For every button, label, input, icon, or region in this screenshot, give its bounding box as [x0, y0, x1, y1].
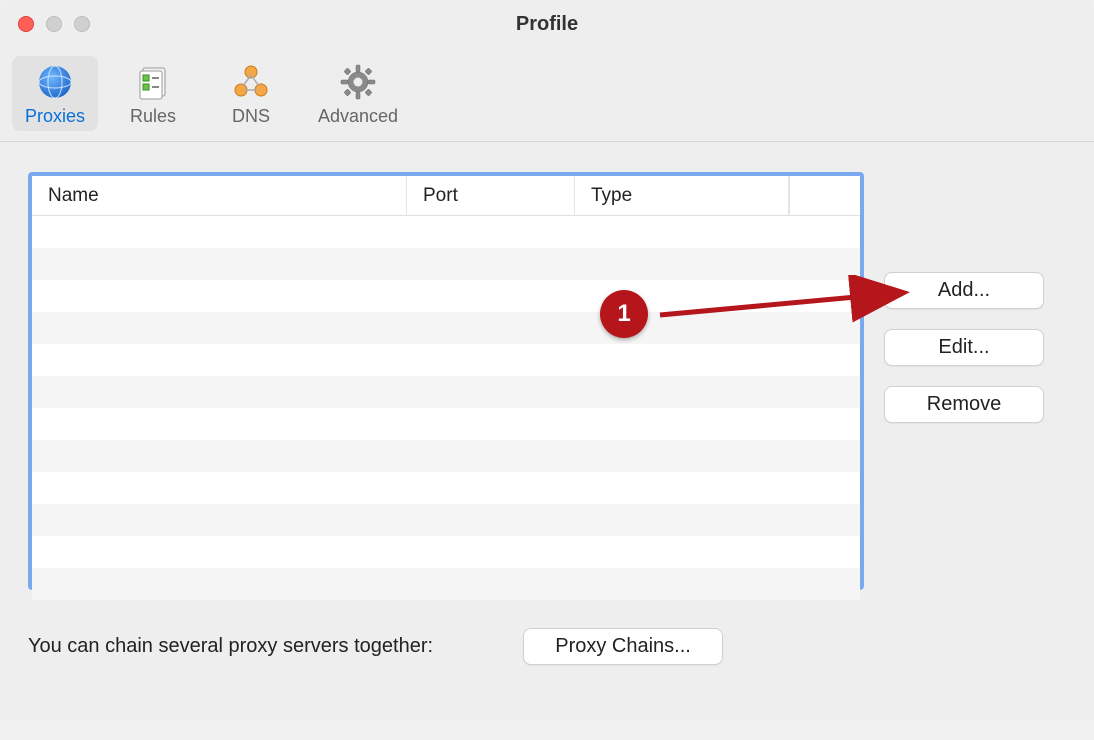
table-row[interactable]: [32, 504, 860, 536]
table-row[interactable]: [32, 536, 860, 568]
tab-rules[interactable]: Rules: [110, 56, 196, 131]
table-row[interactable]: [32, 216, 860, 248]
proxy-chains-button[interactable]: Proxy Chains...: [523, 628, 723, 665]
tab-label: Advanced: [318, 106, 398, 127]
tab-proxies[interactable]: Proxies: [12, 56, 98, 131]
network-globe-icon: [33, 62, 77, 102]
toolbar: Proxies Rules: [0, 48, 1094, 142]
tab-label: Proxies: [25, 106, 85, 127]
table-row[interactable]: [32, 472, 860, 504]
table-body[interactable]: [32, 216, 860, 586]
column-header-port[interactable]: Port: [407, 176, 575, 215]
tab-label: DNS: [232, 106, 270, 127]
window-title: Profile: [0, 13, 1094, 36]
traffic-lights: [0, 16, 90, 32]
annotation-arrow-icon: [650, 275, 920, 335]
table-row[interactable]: [32, 440, 860, 472]
table-row[interactable]: [32, 344, 860, 376]
close-window-button[interactable]: [18, 16, 34, 32]
column-header-type[interactable]: Type: [575, 176, 789, 215]
remove-button[interactable]: Remove: [884, 386, 1044, 423]
table-row[interactable]: [32, 568, 860, 600]
gear-icon: [336, 62, 380, 102]
tab-dns[interactable]: DNS: [208, 56, 294, 131]
titlebar: Profile: [0, 0, 1094, 48]
zoom-window-button[interactable]: [74, 16, 90, 32]
proxy-table[interactable]: Name Port Type: [28, 172, 864, 590]
window: Profile Proxies: [0, 0, 1094, 720]
minimize-window-button[interactable]: [46, 16, 62, 32]
tab-advanced[interactable]: Advanced: [306, 56, 410, 131]
table-header: Name Port Type: [32, 176, 860, 216]
content-area: Name Port Type: [0, 142, 1094, 685]
table-row[interactable]: [32, 376, 860, 408]
column-header-spacer: [789, 176, 860, 215]
column-header-name[interactable]: Name: [32, 176, 407, 215]
table-row[interactable]: [32, 408, 860, 440]
dns-nodes-icon: [229, 62, 273, 102]
tab-label: Rules: [130, 106, 176, 127]
checklist-icon: [131, 62, 175, 102]
chain-row: You can chain several proxy servers toge…: [28, 628, 1066, 665]
annotation-step-1: 1: [600, 290, 648, 338]
chain-description: You can chain several proxy servers toge…: [28, 635, 433, 658]
